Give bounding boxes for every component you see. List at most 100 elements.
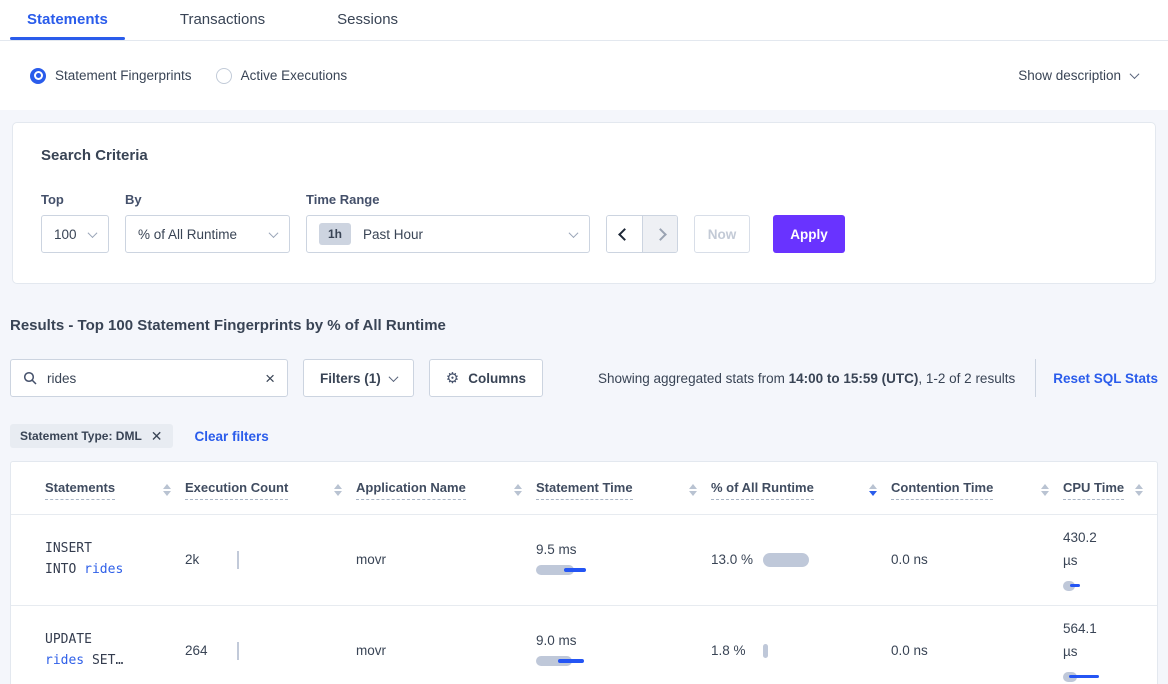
time-nav-group bbox=[606, 215, 678, 253]
by-label: By bbox=[125, 192, 306, 207]
time-next-button[interactable] bbox=[642, 216, 677, 252]
tab-statements[interactable]: Statements bbox=[10, 0, 125, 40]
col-header-statement-time[interactable]: Statement Time bbox=[536, 462, 711, 515]
cpu-time-bar bbox=[1063, 579, 1123, 593]
sort-icon bbox=[514, 484, 522, 496]
sort-desc-icon bbox=[869, 484, 877, 496]
search-input[interactable] bbox=[47, 371, 255, 386]
close-icon[interactable]: ✕ bbox=[151, 429, 163, 443]
col-header-cpu-time[interactable]: CPU Time bbox=[1063, 462, 1157, 515]
statement-fingerprint: UPDATE rides SET… bbox=[11, 630, 127, 672]
col-header-pct-runtime[interactable]: % of All Runtime bbox=[711, 462, 891, 515]
now-button[interactable]: Now bbox=[694, 215, 750, 253]
statement-time-cell: 9.5 ms bbox=[536, 542, 596, 577]
columns-label: Columns bbox=[468, 371, 526, 386]
statement-search-box: × bbox=[10, 359, 288, 397]
search-criteria-title: Search Criteria bbox=[41, 147, 1127, 164]
chevron-down-icon bbox=[388, 372, 398, 382]
table-row: INSERT INTO rides 2k movr 9.5 ms bbox=[11, 515, 1157, 606]
col-header-statements[interactable]: Statements bbox=[11, 462, 185, 515]
summary-range: 14:00 to 15:59 (UTC) bbox=[789, 371, 919, 386]
execution-count-cell: 2k bbox=[185, 551, 356, 569]
statements-table: Statements Execution Count Application N… bbox=[10, 461, 1158, 684]
chevron-right-icon bbox=[654, 228, 667, 241]
sort-icon bbox=[1041, 484, 1049, 496]
radio-unselected-icon bbox=[216, 68, 232, 84]
contention-time: 0.0 ns bbox=[891, 552, 928, 567]
statement-time-bar bbox=[536, 563, 596, 577]
chevron-down-icon bbox=[1130, 69, 1140, 79]
chevron-down-icon bbox=[88, 228, 98, 238]
columns-button[interactable]: ⚙ Columns bbox=[429, 359, 543, 397]
chevron-down-icon bbox=[569, 228, 579, 238]
execution-count-bar bbox=[237, 642, 239, 660]
col-header-execution-count[interactable]: Execution Count bbox=[185, 462, 356, 515]
chip-label: Statement Type: DML bbox=[20, 429, 142, 443]
time-range-value: Past Hour bbox=[363, 227, 423, 242]
time-range-field: Time Range 1h Past Hour bbox=[306, 192, 590, 253]
search-icon bbox=[23, 371, 37, 385]
sort-icon bbox=[334, 484, 342, 496]
statement-time-cell: 9.0 ms bbox=[536, 633, 596, 668]
pct-runtime-cell: 13.0 % bbox=[711, 549, 891, 571]
top-select[interactable]: 100 bbox=[41, 215, 109, 253]
clear-search-icon[interactable]: × bbox=[265, 370, 275, 387]
show-description-toggle[interactable]: Show description bbox=[1018, 68, 1138, 83]
top-tab-bar: Statements Transactions Sessions bbox=[0, 0, 1168, 41]
top-field: Top 100 bbox=[41, 192, 125, 253]
results-heading: Results - Top 100 Statement Fingerprints… bbox=[10, 317, 1158, 334]
time-range-badge: 1h bbox=[319, 223, 351, 245]
col-header-contention-time[interactable]: Contention Time bbox=[891, 462, 1063, 515]
radio-label: Statement Fingerprints bbox=[55, 68, 192, 83]
cpu-time-cell: 564.1 µs bbox=[1063, 618, 1123, 684]
clear-filters-link[interactable]: Clear filters bbox=[195, 429, 269, 444]
by-field: By % of All Runtime bbox=[125, 192, 306, 253]
tab-transactions[interactable]: Transactions bbox=[163, 0, 282, 40]
application-name: movr bbox=[356, 552, 386, 567]
pct-runtime-bar bbox=[763, 644, 768, 658]
radio-selected-icon bbox=[30, 68, 46, 84]
results-controls: × Filters (1) ⚙ Columns Showing aggregat… bbox=[10, 359, 1158, 397]
chevron-left-icon bbox=[618, 228, 631, 241]
col-header-application-name[interactable]: Application Name bbox=[356, 462, 536, 515]
filters-label: Filters (1) bbox=[320, 371, 381, 386]
filter-chip-statement-type[interactable]: Statement Type: DML ✕ bbox=[10, 424, 173, 448]
statement-link[interactable]: rides bbox=[45, 653, 84, 668]
statement-fingerprint: INSERT INTO rides bbox=[11, 539, 127, 581]
time-range-label: Time Range bbox=[306, 192, 590, 207]
results-summary: Showing aggregated stats from 14:00 to 1… bbox=[598, 359, 1158, 397]
time-range-select[interactable]: 1h Past Hour bbox=[306, 215, 590, 253]
reset-sql-stats-link[interactable]: Reset SQL Stats bbox=[1053, 371, 1158, 386]
summary-prefix: Showing aggregated stats from bbox=[598, 371, 789, 386]
pct-runtime-bar bbox=[763, 553, 809, 567]
tab-sessions[interactable]: Sessions bbox=[320, 0, 415, 40]
by-select[interactable]: % of All Runtime bbox=[125, 215, 290, 253]
cpu-time-bar bbox=[1063, 670, 1123, 684]
pct-runtime-cell: 1.8 % bbox=[711, 640, 891, 662]
statement-link[interactable]: rides bbox=[84, 562, 123, 577]
top-value: 100 bbox=[54, 227, 77, 242]
execution-count-cell: 264 bbox=[185, 642, 356, 660]
gear-icon: ⚙ bbox=[446, 369, 459, 387]
filter-chip-row: Statement Type: DML ✕ Clear filters bbox=[10, 424, 1158, 448]
radio-active-executions[interactable]: Active Executions bbox=[216, 68, 348, 84]
time-prev-button[interactable] bbox=[607, 216, 642, 252]
filters-button[interactable]: Filters (1) bbox=[303, 359, 414, 397]
execution-count-bar bbox=[237, 551, 239, 569]
top-label: Top bbox=[41, 192, 125, 207]
search-criteria-card: Search Criteria Top 100 By % of All Runt… bbox=[12, 122, 1156, 284]
radio-statement-fingerprints[interactable]: Statement Fingerprints bbox=[30, 68, 192, 84]
apply-button[interactable]: Apply bbox=[773, 215, 845, 253]
sort-icon bbox=[163, 484, 171, 496]
sort-icon bbox=[689, 484, 697, 496]
view-mode-radio-group: Statement Fingerprints Active Executions bbox=[30, 68, 347, 84]
vertical-divider bbox=[1035, 359, 1036, 397]
cpu-time-cell: 430.2 µs bbox=[1063, 527, 1123, 593]
sort-icon bbox=[1135, 484, 1143, 496]
application-name: movr bbox=[356, 643, 386, 658]
chevron-down-icon bbox=[269, 228, 279, 238]
statement-time-bar bbox=[536, 654, 596, 668]
contention-time: 0.0 ns bbox=[891, 643, 928, 658]
table-row: UPDATE rides SET… 264 movr 9.0 ms bbox=[11, 605, 1157, 684]
summary-suffix: , 1-2 of 2 results bbox=[918, 371, 1015, 386]
